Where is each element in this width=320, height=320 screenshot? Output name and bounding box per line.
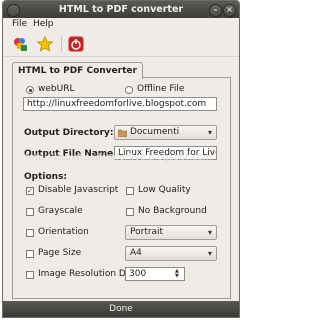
converter-panel: webURL Offline File http://linuxfreedomf… (12, 77, 231, 299)
orientation-checkbox[interactable] (26, 229, 34, 237)
tab-html-to-pdf[interactable]: HTML to PDF Converter (12, 62, 143, 79)
close-icon[interactable]: × (223, 4, 236, 17)
page-size-checkbox[interactable] (26, 250, 34, 258)
no-background-checkbox[interactable] (126, 208, 134, 216)
done-status-bar: Done (3, 301, 239, 317)
low-quality-checkbox[interactable] (126, 187, 134, 195)
chevron-down-icon: ▾ (207, 249, 212, 258)
watermark-text: http://linuxfreedomforlive.blogspot.com (25, 153, 212, 163)
grayscale-label: Grayscale (38, 206, 83, 216)
image-dpi-spinner[interactable]: 300 ▲ ▼ (125, 267, 185, 281)
toolbar (3, 32, 239, 57)
orientation-value: Portrait (130, 227, 164, 237)
image-dpi-checkbox[interactable] (26, 271, 34, 279)
weburl-label: webURL (38, 84, 75, 94)
spinner-arrows-icon[interactable]: ▲ ▼ (175, 269, 182, 280)
offline-file-radio[interactable] (125, 86, 133, 94)
menu-bar: File Help (3, 18, 239, 32)
image-dpi-value: 300 (129, 269, 147, 279)
title-bar[interactable]: HTML to PDF converter – × (3, 1, 239, 18)
orientation-label: Orientation (38, 227, 89, 237)
toolbar-separator (61, 36, 62, 52)
convert-icon[interactable] (11, 35, 29, 53)
menu-help[interactable]: Help (33, 19, 54, 29)
disable-javascript-label: Disable Javascript (38, 185, 119, 195)
page-size-value: A4 (130, 248, 142, 258)
page-size-select[interactable]: A4 ▾ (125, 246, 217, 261)
grayscale-checkbox[interactable] (26, 208, 34, 216)
orientation-select[interactable]: Portrait ▾ (125, 225, 217, 240)
output-directory-select[interactable]: Documenti ▾ (114, 125, 217, 140)
folder-icon (118, 129, 127, 137)
output-directory-label: Output Directory: (24, 128, 114, 138)
app-window: HTML to PDF converter – × File Help HTML… (2, 0, 240, 318)
window-title: HTML to PDF converter (58, 4, 184, 15)
menu-file[interactable]: File (12, 19, 27, 29)
page-size-label: Page Size (38, 248, 82, 258)
no-background-label: No Background (138, 206, 207, 216)
quit-icon[interactable] (67, 35, 85, 53)
disable-javascript-checkbox[interactable]: ✓ (26, 187, 34, 195)
window-menu-icon[interactable] (7, 4, 20, 17)
star-icon[interactable] (36, 35, 54, 53)
offline-file-label: Offline File (137, 84, 185, 94)
low-quality-label: Low Quality (138, 185, 191, 195)
output-directory-value: Documenti (130, 127, 180, 137)
minimize-icon[interactable]: – (209, 4, 222, 17)
chevron-down-icon: ▾ (207, 228, 212, 237)
weburl-radio[interactable] (26, 86, 34, 94)
options-heading: Options: (24, 172, 68, 182)
url-input[interactable]: http://linuxfreedomforlive.blogspot.com (23, 97, 217, 111)
chevron-down-icon: ▾ (207, 128, 212, 137)
image-dpi-label: Image Resolution DPI (38, 269, 134, 279)
